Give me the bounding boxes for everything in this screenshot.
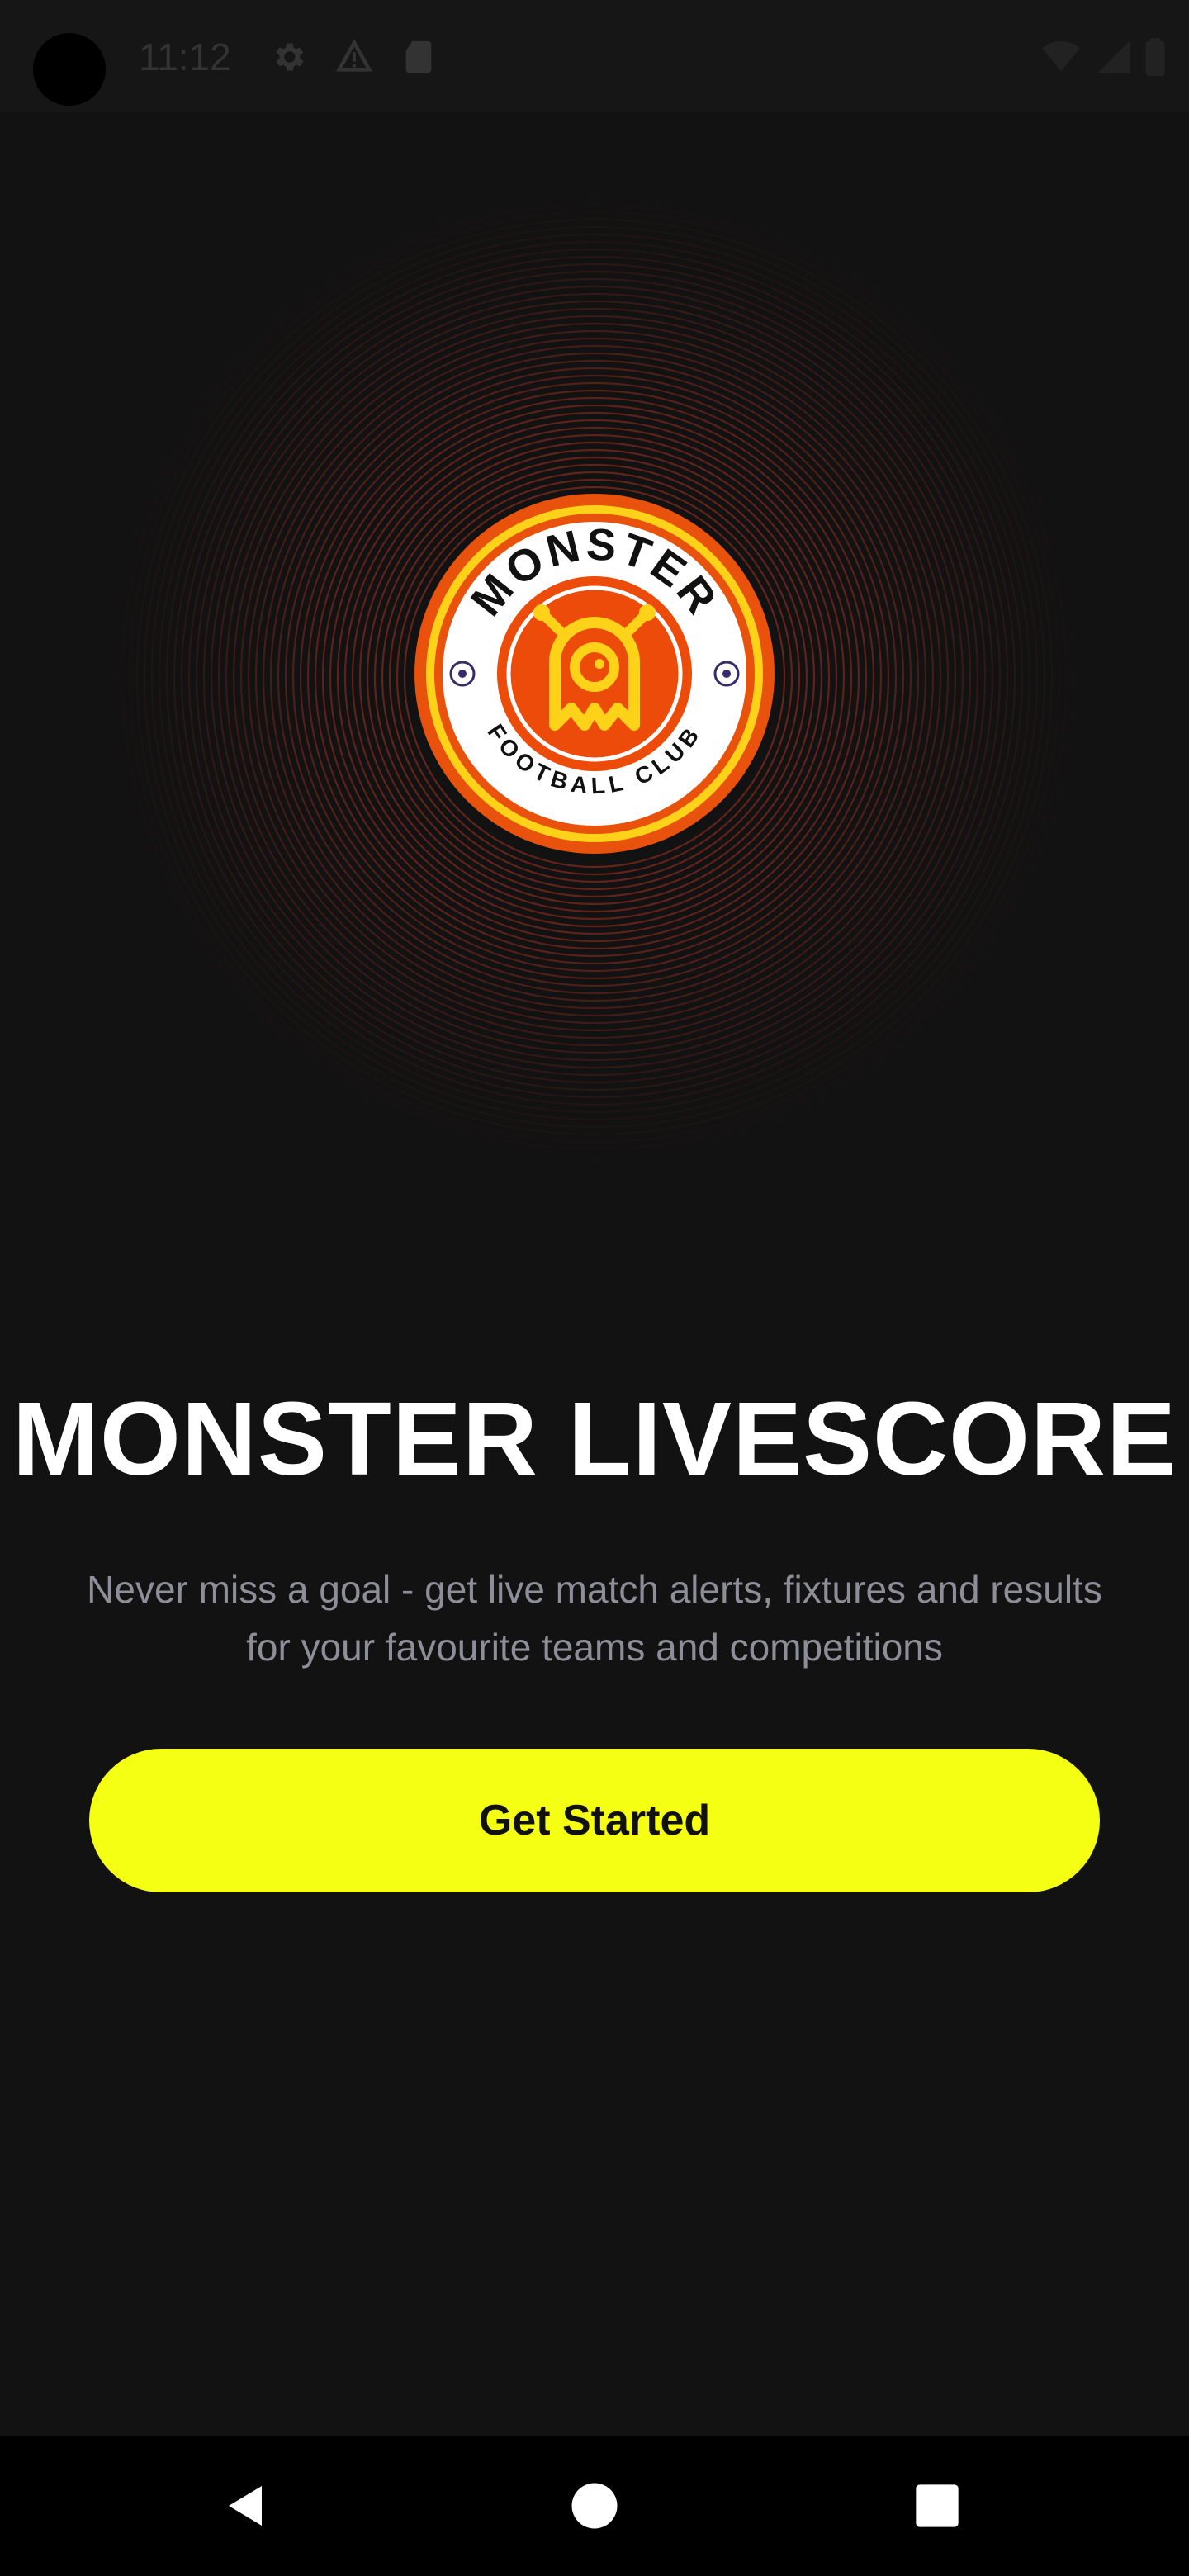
alert-triangle-icon [335, 38, 373, 76]
get-started-button[interactable]: Get Started [89, 1749, 1100, 1892]
status-bar: 11:12 [0, 0, 1189, 112]
status-time: 11:12 [139, 36, 231, 78]
signal-icon [1095, 38, 1133, 76]
camera-cutout [33, 33, 106, 106]
navigation-bar [0, 2436, 1189, 2576]
home-button[interactable] [549, 2460, 640, 2551]
home-icon [571, 2483, 618, 2529]
recents-icon [916, 2484, 959, 2527]
back-button[interactable] [203, 2460, 294, 2551]
monster-football-club-logo: MONSTER FOOTBALL CLUB [414, 494, 775, 854]
wifi-icon [1042, 38, 1080, 76]
sd-card-icon [400, 38, 438, 76]
app-title: MONSTER LIVESCORE [12, 1380, 1177, 1497]
gear-icon [269, 38, 307, 76]
left-ball-icon [449, 661, 476, 687]
battery-icon [1143, 38, 1168, 76]
app-subtitle: Never miss a goal - get live match alert… [87, 1568, 1102, 1669]
recents-button[interactable] [892, 2460, 983, 2551]
back-icon [229, 2486, 262, 2526]
right-ball-icon [713, 661, 740, 687]
